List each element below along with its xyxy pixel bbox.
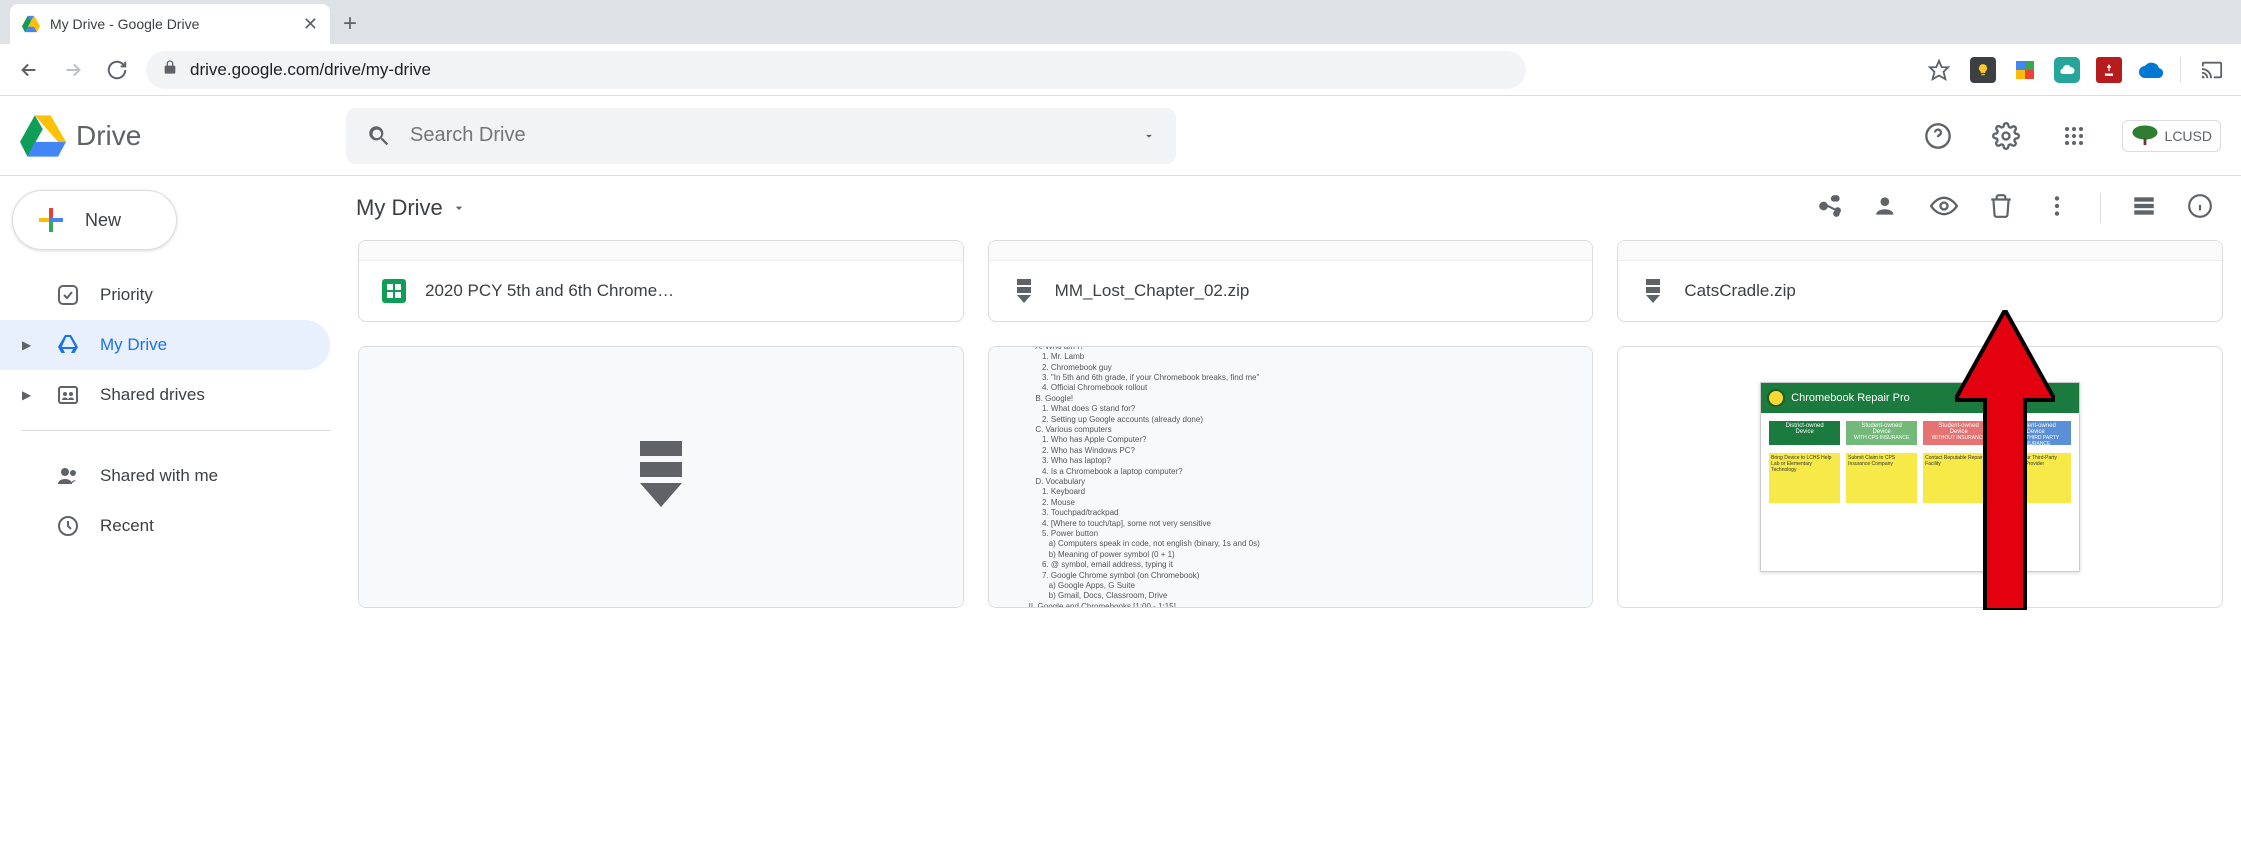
file-card[interactable]: CatsCradle.zip — [1617, 240, 2223, 322]
drive-favicon — [22, 15, 40, 33]
browser-tab[interactable]: My Drive - Google Drive ✕ — [10, 4, 330, 44]
back-button[interactable] — [14, 55, 44, 85]
breadcrumb[interactable]: My Drive — [356, 195, 467, 221]
drive-header: Drive LCUSD — [0, 96, 2241, 176]
file-thumbnail: I. Introduction [12:45 - 1:00] A. Who am… — [989, 347, 1593, 607]
browser-tab-strip: My Drive - Google Drive ✕ + — [0, 0, 2241, 44]
extension-cloud-icon[interactable] — [2054, 57, 2080, 83]
plus-icon — [33, 202, 69, 238]
nav-divider — [22, 430, 330, 431]
share-person-icon[interactable] — [1874, 193, 1900, 224]
extension-keep-icon[interactable] — [1970, 57, 1996, 83]
reload-button[interactable] — [102, 55, 132, 85]
zip-icon — [1011, 278, 1037, 304]
file-thumbnail — [359, 347, 963, 607]
expand-chevron-icon[interactable]: ▶ — [22, 388, 36, 402]
recent-icon — [56, 514, 80, 538]
zip-large-icon — [631, 441, 691, 513]
org-account-badge[interactable]: LCUSD — [2122, 120, 2221, 152]
cast-icon[interactable] — [2197, 55, 2227, 85]
breadcrumb-label: My Drive — [356, 195, 443, 221]
file-card[interactable]: 2020 PCY 5th and 6th Chrome… — [358, 240, 964, 322]
bookmark-star-icon[interactable] — [1924, 55, 1954, 85]
sidebar-item-recent[interactable]: Recent — [0, 501, 330, 551]
content-toolbar: My Drive — [340, 176, 2241, 240]
close-tab-icon[interactable]: ✕ — [303, 14, 318, 35]
file-thumbnail: Chromebook Repair Pro District-ownedDevi… — [1618, 347, 2222, 607]
sidebar-label: Recent — [100, 516, 154, 536]
content-area: My Drive 2020 PCY 5th and — [340, 176, 2241, 848]
file-card[interactable]: I. Introduction [12:45 - 1:00] A. Who am… — [988, 346, 1594, 608]
share-icon[interactable] — [1818, 193, 1844, 224]
file-name: CatsCradle.zip — [1684, 281, 1796, 301]
tab-title: My Drive - Google Drive — [50, 16, 199, 32]
help-icon[interactable] — [1918, 116, 1958, 156]
more-actions-icon[interactable] — [2044, 193, 2070, 224]
extension-pdf-icon[interactable] — [2096, 57, 2122, 83]
expand-chevron-icon[interactable]: ▶ — [22, 338, 36, 352]
sidebar-item-my-drive[interactable]: ▶ My Drive — [0, 320, 330, 370]
extension-docs-icon[interactable] — [2012, 57, 2038, 83]
shared-with-me-icon — [56, 464, 80, 488]
org-tree-icon — [2131, 125, 2159, 147]
sidebar-label: Shared drives — [100, 385, 205, 405]
browser-toolbar: drive.google.com/drive/my-drive — [0, 44, 2241, 96]
preview-eye-icon[interactable] — [1930, 192, 1958, 225]
search-input[interactable] — [410, 124, 1124, 147]
breadcrumb-dropdown-icon — [451, 200, 467, 216]
file-thumbnail — [1618, 241, 2222, 261]
drive-logo-icon — [20, 115, 66, 157]
sidebar: New Priority ▶ My Drive ▶ Shared drives — [0, 176, 340, 848]
file-thumbnail — [359, 241, 963, 261]
file-card[interactable] — [358, 346, 964, 608]
doc-preview-content: I. Introduction [12:45 - 1:00] A. Who am… — [989, 347, 1593, 607]
omnibox[interactable]: drive.google.com/drive/my-drive — [146, 51, 1526, 89]
extension-onedrive-icon[interactable] — [2138, 57, 2164, 83]
file-name: MM_Lost_Chapter_02.zip — [1055, 281, 1250, 301]
mydrive-icon — [56, 333, 80, 357]
file-card[interactable]: MM_Lost_Chapter_02.zip — [988, 240, 1594, 322]
sidebar-label: Shared with me — [100, 466, 218, 486]
file-grid: 2020 PCY 5th and 6th Chrome… MM_Lost_Cha… — [340, 240, 2241, 608]
list-view-icon[interactable] — [2131, 193, 2157, 224]
separator — [2100, 193, 2101, 223]
priority-icon — [56, 283, 80, 307]
url-text: drive.google.com/drive/my-drive — [190, 60, 431, 80]
search-dropdown-icon[interactable] — [1142, 129, 1156, 143]
file-card[interactable]: Chromebook Repair Pro District-ownedDevi… — [1617, 346, 2223, 608]
new-button[interactable]: New — [12, 190, 177, 250]
drive-logo[interactable]: Drive — [20, 115, 330, 157]
main-area: New Priority ▶ My Drive ▶ Shared drives — [0, 176, 2241, 848]
details-info-icon[interactable] — [2187, 193, 2213, 224]
file-name: 2020 PCY 5th and 6th Chrome… — [425, 281, 674, 301]
settings-gear-icon[interactable] — [1986, 116, 2026, 156]
file-thumbnail — [989, 241, 1593, 261]
search-icon — [366, 123, 392, 149]
lock-icon — [162, 59, 178, 80]
sidebar-label: My Drive — [100, 335, 167, 355]
slide-preview-content: Chromebook Repair Pro District-ownedDevi… — [1760, 382, 2080, 572]
sidebar-item-shared-with-me[interactable]: Shared with me — [0, 451, 330, 501]
shared-drives-icon — [56, 383, 80, 407]
sidebar-item-priority[interactable]: Priority — [0, 270, 330, 320]
sidebar-item-shared-drives[interactable]: ▶ Shared drives — [0, 370, 330, 420]
org-label: LCUSD — [2165, 128, 2212, 144]
new-tab-button[interactable]: + — [330, 4, 370, 44]
forward-button[interactable] — [58, 55, 88, 85]
search-bar[interactable] — [346, 108, 1176, 164]
sheets-icon — [381, 278, 407, 304]
zip-icon — [1640, 278, 1666, 304]
sidebar-label: Priority — [100, 285, 153, 305]
trash-icon[interactable] — [1988, 193, 2014, 224]
drive-logo-text: Drive — [76, 120, 141, 152]
apps-grid-icon[interactable] — [2054, 116, 2094, 156]
new-button-label: New — [85, 210, 121, 231]
